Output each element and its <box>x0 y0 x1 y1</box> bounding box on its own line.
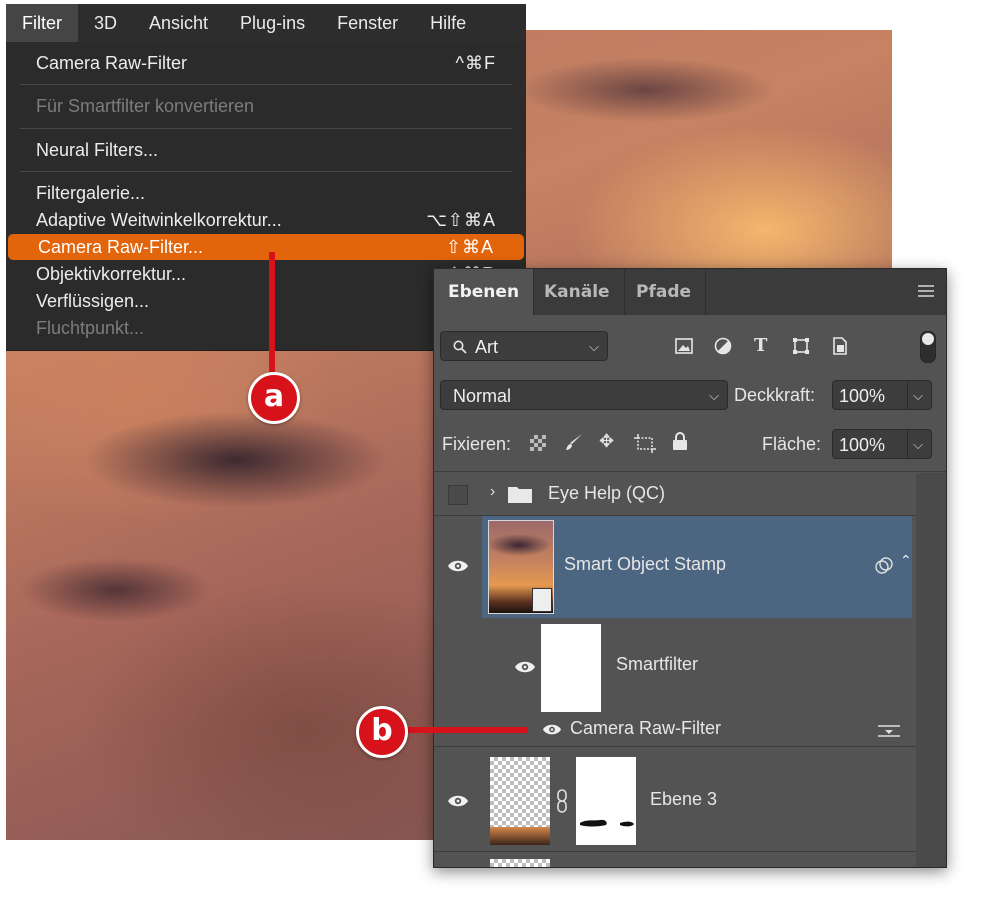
shortcut: ⌥⇧⌘A <box>426 210 496 230</box>
menu-item-filter-gallery[interactable]: Filtergalerie... <box>6 180 526 206</box>
menu-item-label: Camera Raw-Filter... <box>38 237 204 257</box>
filter-kind-value: Art <box>475 337 499 357</box>
menu-item-label: Filtergalerie... <box>36 183 146 203</box>
menu-item-label: Fluchtpunkt... <box>36 318 145 338</box>
menu-item-neural-filters[interactable]: Neural Filters... <box>6 137 526 163</box>
opacity-value: 100% <box>839 386 886 406</box>
layers-scrollbar[interactable] <box>916 473 946 867</box>
panel-menu-icon[interactable] <box>918 285 934 300</box>
smart-filter-effects-icon[interactable] <box>874 557 894 575</box>
menu-separator <box>20 128 512 129</box>
callout-badge-b: b <box>356 706 408 758</box>
blend-mode-value: Normal <box>453 386 512 406</box>
lock-all-icon[interactable] <box>672 432 688 451</box>
fill-input[interactable]: 100% ⌵ <box>832 429 932 459</box>
layer-divider <box>434 851 916 852</box>
lock-position-icon[interactable]: ✥ <box>599 431 614 452</box>
menu-item-camera-raw-last[interactable]: Camera Raw-Filter ^⌘F <box>6 50 526 76</box>
lock-image-pixels-icon[interactable] <box>564 432 584 452</box>
menu-item-adaptive-wide-angle[interactable]: Adaptive Weitwinkelkorrektur... ⌥⇧⌘A <box>6 207 526 233</box>
mask-silhouette <box>580 819 634 827</box>
layer-name: Smart Object Stamp <box>564 554 727 574</box>
menu-separator <box>20 171 512 172</box>
shortcut: ⇧⌘A <box>445 237 494 257</box>
menu-ansicht[interactable]: Ansicht <box>133 4 224 42</box>
menu-3d[interactable]: 3D <box>78 4 133 42</box>
folder-icon <box>508 487 532 503</box>
opacity-input[interactable]: 100% ⌵ <box>832 380 932 410</box>
layer-row-group[interactable]: › Eye Help (QC) <box>434 473 916 515</box>
shape-filter-icon[interactable] <box>792 337 810 355</box>
menu-bar: Filter 3D Ansicht Plug-ins Fenster Hilfe <box>6 4 526 42</box>
menu-plugins[interactable]: Plug-ins <box>224 4 321 42</box>
menu-fenster[interactable]: Fenster <box>321 4 414 42</box>
smart-object-badge-icon <box>532 588 552 612</box>
layer-thumbnail <box>490 757 550 845</box>
lock-transparent-pixels-icon[interactable] <box>530 435 546 451</box>
menu-item-label: Adaptive Weitwinkelkorrektur... <box>36 210 282 230</box>
tab-kanaele[interactable]: Kanäle <box>530 269 625 315</box>
smart-object-filter-icon[interactable] <box>832 337 848 355</box>
menu-filter[interactable]: Filter <box>6 4 78 42</box>
lock-label: Fixieren: <box>442 434 512 454</box>
adjustment-filter-icon[interactable] <box>714 337 732 355</box>
eye-icon[interactable] <box>514 660 536 674</box>
filter-entry-name[interactable]: Camera Raw-Filter <box>570 718 721 739</box>
panel-tab-bar: Ebenen Kanäle Pfade <box>434 269 946 315</box>
chevron-right-icon[interactable]: › <box>490 483 495 501</box>
smartfilter-mask-thumbnail <box>541 624 601 712</box>
next-layer-thumbnail-partial <box>490 859 550 867</box>
fill-label: Fläche: <box>762 434 822 454</box>
layer-filter-kind-select[interactable]: Art ⌵ <box>440 331 608 361</box>
menu-item-label: Verflüssigen... <box>36 291 150 311</box>
tab-ebenen[interactable]: Ebenen <box>434 269 535 315</box>
chevron-down-icon[interactable]: ⌵ <box>913 381 923 411</box>
opacity-label: Deckkraft: <box>734 385 816 405</box>
chevron-down-icon[interactable]: ⌵ <box>913 430 923 460</box>
layer-name: Ebene 3 <box>650 789 718 809</box>
menu-item-convert-smart-filter: Für Smartfilter konvertieren <box>6 93 526 119</box>
fill-value: 100% <box>839 435 886 455</box>
image-filter-icon[interactable] <box>675 338 693 354</box>
chevron-up-icon[interactable]: ⌃ <box>900 552 912 569</box>
visibility-toggle-empty[interactable] <box>448 485 468 505</box>
type-filter-icon[interactable]: T <box>754 335 767 356</box>
layer-mask-thumbnail <box>576 757 636 845</box>
layer-name: Eye Help (QC) <box>548 483 666 503</box>
eye-icon[interactable] <box>447 794 469 808</box>
callout-badge-a: a <box>248 372 300 424</box>
search-icon <box>453 340 467 354</box>
menu-separator <box>20 84 512 85</box>
layer-row-ebene-3[interactable]: Ebene 3 <box>434 747 916 851</box>
callout-a-line <box>269 252 275 372</box>
lock-artboard-icon[interactable] <box>634 433 656 453</box>
layer-row-smart-object[interactable]: Smart Object Stamp ⌃ <box>434 516 916 618</box>
menu-item-label: Camera Raw-Filter <box>36 53 188 73</box>
tab-pfade[interactable]: Pfade <box>622 269 707 315</box>
menu-item-camera-raw-filter[interactable]: Camera Raw-Filter... ⇧⌘A <box>8 234 524 260</box>
menu-item-label: Objektivkorrektur... <box>36 264 187 284</box>
chevron-down-icon: ⌵ <box>589 339 599 354</box>
menu-item-label: Für Smartfilter konvertieren <box>36 96 255 116</box>
menu-item-label: Neural Filters... <box>36 140 159 160</box>
eye-icon[interactable] <box>542 723 562 736</box>
layer-name: Smartfilter <box>616 654 699 674</box>
blend-mode-select[interactable]: Normal ⌵ <box>440 380 728 410</box>
panel-divider <box>434 471 946 472</box>
callout-b-line <box>404 727 528 733</box>
filter-toggle-switch[interactable] <box>920 331 936 363</box>
eye-icon[interactable] <box>447 559 469 573</box>
layers-panel: Ebenen Kanäle Pfade Art ⌵ T Normal ⌵ Dec… <box>433 268 947 868</box>
chain-link-icon[interactable] <box>556 789 568 813</box>
menu-hilfe[interactable]: Hilfe <box>414 4 482 42</box>
shortcut: ^⌘F <box>455 53 496 73</box>
chevron-down-icon: ⌵ <box>709 388 719 403</box>
filter-blending-options-icon[interactable] <box>878 724 900 738</box>
